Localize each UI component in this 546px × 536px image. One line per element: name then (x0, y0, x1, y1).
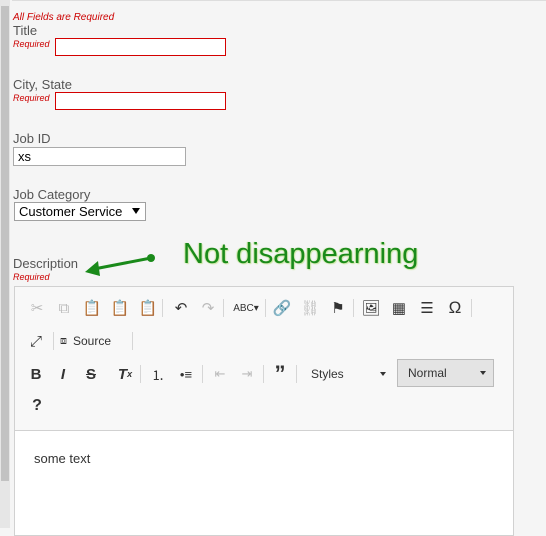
editor-toolbar: ✂ ⧉ 📋 📋 📋 ↶ ↷ ABC▾ 🔗 ⛓ ⚑ 🖼 ▦ ☰ Ω ⤢ ⧈ Sou… (15, 287, 513, 431)
toolbar-separator (471, 299, 472, 317)
jobid-input[interactable] (13, 147, 186, 166)
category-value: Customer Service (19, 204, 123, 219)
toolbar-separator (140, 365, 141, 383)
toolbar-separator (296, 365, 297, 383)
numbered-list-icon[interactable]: ⒈ (147, 363, 169, 385)
format-dropdown[interactable]: Normal (397, 359, 494, 387)
toolbar-separator (265, 299, 266, 317)
toolbar-separator (132, 332, 133, 350)
anchor-flag-icon[interactable]: ⚑ (327, 297, 349, 319)
title-label: Title (13, 23, 38, 38)
source-icon: ⧈ (60, 334, 67, 347)
link-icon[interactable]: 🔗 (271, 297, 293, 319)
styles-label: Styles (311, 367, 344, 381)
source-button[interactable]: ⧈ Source (60, 330, 130, 352)
city-input[interactable] (55, 92, 226, 110)
required-note: All Fields are Required (13, 12, 115, 23)
toolbar-separator (263, 365, 264, 383)
maximize-icon[interactable]: ⤢ (25, 330, 47, 352)
bold-icon[interactable]: B (25, 363, 47, 385)
toolbar-separator (353, 299, 354, 317)
remove-format-icon[interactable]: Tx (114, 363, 136, 385)
divider (12, 0, 546, 1)
paste-text-icon[interactable]: 📋 (109, 297, 131, 319)
rich-text-editor: ✂ ⧉ 📋 📋 📋 ↶ ↷ ABC▾ 🔗 ⛓ ⚑ 🖼 ▦ ☰ Ω ⤢ ⧈ Sou… (14, 286, 514, 536)
unlink-icon[interactable]: ⛓ (299, 297, 321, 319)
city-required: Required (13, 93, 50, 103)
special-char-icon[interactable]: Ω (444, 297, 466, 319)
copy-icon[interactable]: ⧉ (53, 297, 75, 319)
chevron-down-icon (480, 371, 486, 375)
city-label: City, State (13, 77, 73, 92)
increase-indent-icon[interactable]: ⇥ (236, 363, 258, 385)
annotation-arrow-icon (85, 254, 155, 276)
decrease-indent-icon[interactable]: ⇤ (209, 363, 231, 385)
title-input[interactable] (55, 38, 226, 56)
category-label: Job Category (13, 187, 91, 202)
description-label: Description (13, 256, 79, 271)
redo-icon[interactable]: ↷ (197, 297, 219, 319)
toolbar-separator (202, 365, 203, 383)
horizontal-rule-icon[interactable]: ☰ (416, 297, 438, 319)
format-label: Normal (408, 366, 447, 380)
vertical-scrollbar[interactable] (0, 0, 10, 528)
title-required: Required (13, 39, 50, 49)
styles-dropdown[interactable]: Styles (301, 361, 393, 387)
toolbar-separator (53, 332, 54, 350)
spellcheck-icon[interactable]: ABC▾ (231, 297, 261, 319)
jobid-label: Job ID (13, 131, 51, 146)
image-icon[interactable]: 🖼 (360, 297, 382, 319)
chevron-down-icon (132, 208, 140, 214)
editor-content[interactable]: some text (34, 451, 90, 466)
toolbar-separator (162, 299, 163, 317)
cut-icon[interactable]: ✂ (26, 297, 48, 319)
source-label: Source (73, 334, 112, 348)
paste-word-icon[interactable]: 📋 (137, 297, 159, 319)
strikethrough-icon[interactable]: S (80, 363, 102, 385)
table-icon[interactable]: ▦ (388, 297, 410, 319)
scrollbar-thumb[interactable] (1, 6, 9, 481)
category-select[interactable]: Customer Service (14, 202, 146, 221)
description-required: Required (13, 272, 50, 282)
undo-icon[interactable]: ↶ (170, 297, 192, 319)
chevron-down-icon (380, 372, 386, 376)
bulleted-list-icon[interactable]: •≡ (175, 363, 197, 385)
paste-icon[interactable]: 📋 (81, 297, 103, 319)
blockquote-icon[interactable]: ” (269, 361, 291, 386)
help-icon[interactable]: ? (26, 395, 48, 417)
italic-icon[interactable]: I (52, 363, 74, 385)
annotation-text: Not disappearning (183, 238, 419, 270)
toolbar-separator (223, 299, 224, 317)
